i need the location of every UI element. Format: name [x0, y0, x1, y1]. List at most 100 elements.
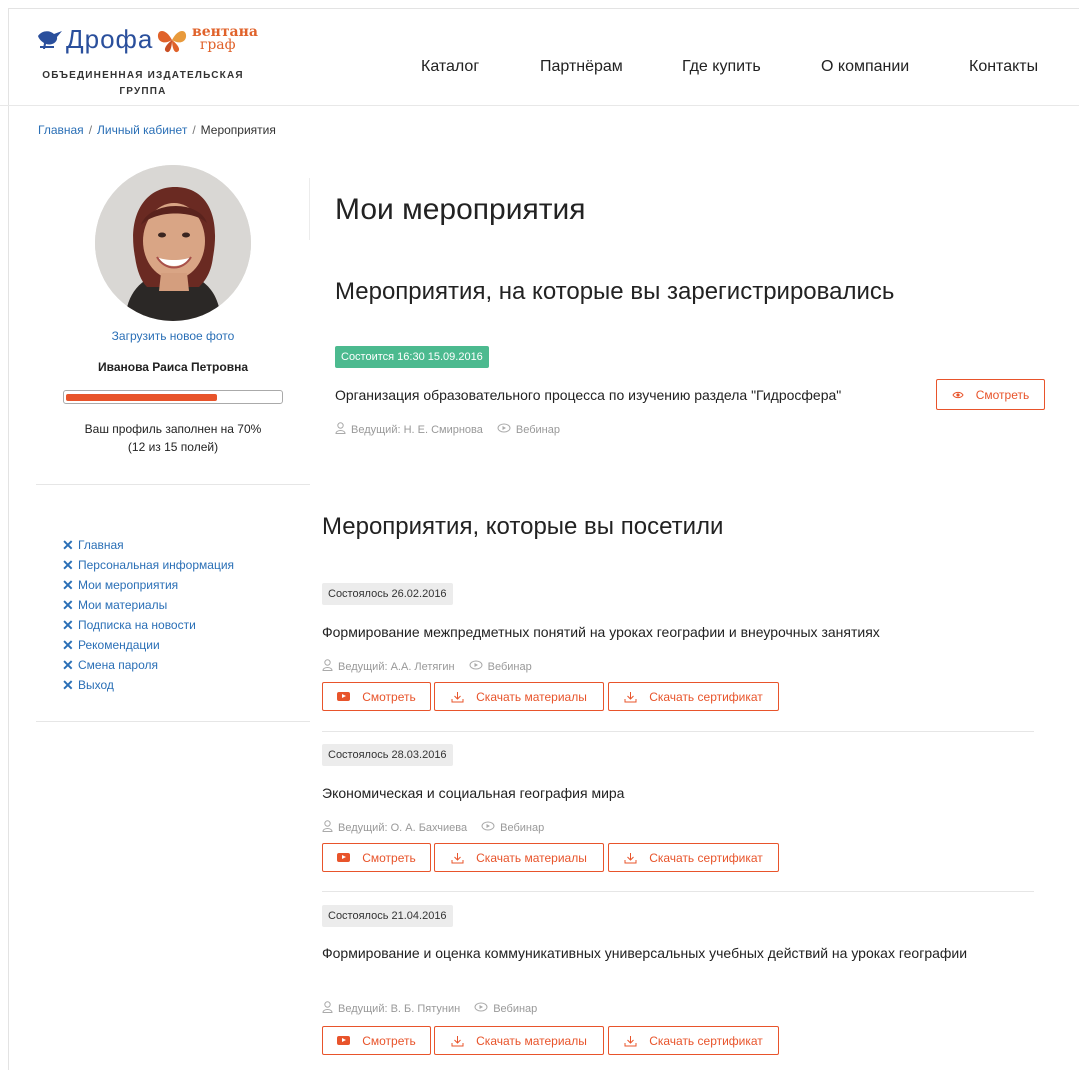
webinar-icon: [469, 660, 483, 673]
sidebar-item-label: Мои мероприятия: [78, 578, 179, 592]
download-certificate-label: Скачать сертификат: [649, 689, 763, 704]
download-icon: [451, 691, 464, 703]
event-host: Ведущий: В. Б. Пятунин: [338, 1002, 461, 1015]
logo-subtitle: ОБЪЕДИНЕННАЯ ИЗДАТЕЛЬСКАЯ ГРУППА: [36, 68, 250, 100]
sidebar-item-my-events[interactable]: ✕ Мои мероприятия: [62, 575, 234, 595]
event-type: Вебинар: [487, 660, 532, 673]
profile-completion-text: Ваш профиль заполнен на 70% (12 из 15 по…: [36, 420, 310, 456]
event-title[interactable]: Формирование межпредметных понятий на ур…: [322, 622, 1022, 643]
event-host: Ведущий: Н. Е. Смирнова: [351, 423, 483, 436]
sidebar-item-label: Главная: [78, 538, 124, 552]
nav-catalog[interactable]: Каталог: [421, 58, 479, 76]
download-materials-button[interactable]: Скачать материалы: [434, 843, 604, 872]
user-icon: [322, 1001, 333, 1016]
ventana-logo: вентана граф: [156, 25, 258, 54]
sidebar-menu: ✕ Главная ✕ Персональная информация ✕ Мои мер…: [62, 535, 234, 695]
attended-heading: Мероприятия, которые вы посетили: [322, 513, 724, 540]
user-icon: [322, 659, 333, 674]
publisher-logo[interactable]: Дрофа вентана граф ОБЪЕДИНЕННАЯ ИЗДАТЕЛЬ…: [36, 25, 266, 102]
x-icon: ✕: [62, 617, 74, 633]
event-title[interactable]: Экономическая и социальная география мир…: [322, 783, 1022, 804]
youtube-icon: [337, 692, 351, 701]
status-badge: Состоялось 26.02.2016: [322, 583, 453, 605]
x-icon: ✕: [62, 537, 74, 553]
sidebar-item-label: Подписка на новости: [78, 618, 196, 632]
eye-icon: [952, 391, 964, 399]
breadcrumb: Главная / Личный кабинет / Мероприятия: [38, 123, 276, 137]
event-meta: Ведущий: О. А. Бахчиева Вебинар: [322, 820, 544, 835]
watch-button-label: Смотреть: [362, 850, 416, 865]
download-icon: [624, 852, 637, 864]
watch-button-label: Смотреть: [362, 689, 416, 704]
x-icon: ✕: [62, 657, 74, 673]
event-meta: Ведущий: А.А. Летягин Вебинар: [322, 659, 532, 674]
event-host: Ведущий: О. А. Бахчиева: [338, 821, 468, 834]
event-title[interactable]: Организация образовательного процесса по…: [335, 385, 930, 406]
sidebar-item-label: Смена пароля: [78, 658, 158, 672]
download-certificate-label: Скачать сертификат: [649, 1033, 763, 1048]
drofa-wordmark: Дрофа: [66, 24, 154, 54]
download-icon: [624, 1035, 637, 1047]
watch-button[interactable]: Смотреть: [322, 1026, 431, 1055]
event-type: Вебинар: [500, 821, 545, 834]
avatar: [95, 165, 251, 321]
sidebar-divider: [36, 484, 310, 485]
x-icon: ✕: [62, 557, 74, 573]
upload-photo-link[interactable]: Загрузить новое фото: [36, 329, 310, 343]
event-type: Вебинар: [515, 423, 560, 436]
breadcrumb-separator: /: [192, 123, 196, 137]
profile-progress-fill: [66, 394, 218, 401]
download-materials-label: Скачать материалы: [476, 689, 587, 704]
avatar-photo: [95, 165, 251, 321]
watch-button-label: Смотреть: [362, 1033, 416, 1048]
ventana-wordmark: вентана граф: [192, 25, 258, 52]
download-materials-button[interactable]: Скачать материалы: [434, 1026, 604, 1055]
sidebar-item-label: Персональная информация: [78, 558, 235, 572]
sidebar-item-change-password[interactable]: ✕ Смена пароля: [62, 655, 234, 675]
event-host: Ведущий: А.А. Летягин: [338, 660, 455, 673]
user-icon: [335, 422, 346, 437]
event-title[interactable]: Формирование и оценка коммуникативных ун…: [322, 943, 1022, 964]
download-icon: [624, 691, 637, 703]
download-materials-button[interactable]: Скачать материалы: [434, 682, 604, 711]
status-badge: Состоялось 28.03.2016: [322, 744, 453, 766]
profile-progress-bar: [63, 390, 283, 404]
sidebar-item-my-materials[interactable]: ✕ Мои материалы: [62, 595, 234, 615]
event-type: Вебинар: [493, 1002, 538, 1015]
x-icon: ✕: [62, 597, 74, 613]
breadcrumb-separator: /: [88, 123, 93, 137]
profile-progress-text: Ваш профиль заполнен на 70%: [84, 422, 262, 436]
breadcrumb-home[interactable]: Главная: [38, 123, 84, 137]
event-divider: [322, 891, 1034, 892]
download-certificate-label: Скачать сертификат: [649, 850, 763, 865]
sidebar-item-label: Рекомендации: [78, 638, 160, 652]
download-certificate-button[interactable]: Скачать сертификат: [608, 1026, 779, 1055]
watch-button[interactable]: Смотреть: [936, 379, 1045, 410]
watch-button-label: Смотреть: [975, 387, 1030, 402]
sidebar-item-home[interactable]: ✕ Главная: [62, 535, 234, 555]
event-meta: Ведущий: В. Б. Пятунин Вебинар: [322, 1001, 537, 1016]
watch-button[interactable]: Смотреть: [322, 682, 431, 711]
watch-button[interactable]: Смотреть: [322, 843, 431, 872]
sidebar-item-personal-info[interactable]: ✕ Персональная информация: [62, 555, 234, 575]
download-materials-label: Скачать материалы: [476, 850, 587, 865]
download-certificate-button[interactable]: Скачать сертификат: [608, 843, 779, 872]
drofa-logo: Дрофа: [36, 26, 153, 52]
sidebar-item-recommendations[interactable]: ✕ Рекомендации: [62, 635, 234, 655]
sidebar-divider: [36, 721, 310, 722]
nav-contacts[interactable]: Контакты: [969, 58, 1038, 76]
download-icon: [451, 1035, 464, 1047]
sidebar-item-logout[interactable]: ✕ Выход: [62, 675, 234, 695]
nav-about[interactable]: О компании: [821, 58, 909, 76]
site-header: Дрофа вентана граф ОБЪЕДИНЕННАЯ ИЗДАТЕЛЬ…: [0, 0, 1079, 106]
bird-icon: [38, 31, 62, 49]
nav-partners[interactable]: Партнёрам: [540, 58, 623, 76]
download-certificate-button[interactable]: Скачать сертификат: [608, 682, 779, 711]
column-divider: [309, 178, 310, 240]
youtube-icon: [337, 853, 351, 862]
nav-where-to-buy[interactable]: Где купить: [682, 58, 761, 76]
webinar-icon: [497, 423, 511, 436]
breadcrumb-cabinet[interactable]: Личный кабинет: [97, 123, 187, 137]
sidebar-item-label: Мои материалы: [78, 598, 168, 612]
sidebar-item-news-subscription[interactable]: ✕ Подписка на новости: [62, 615, 234, 635]
